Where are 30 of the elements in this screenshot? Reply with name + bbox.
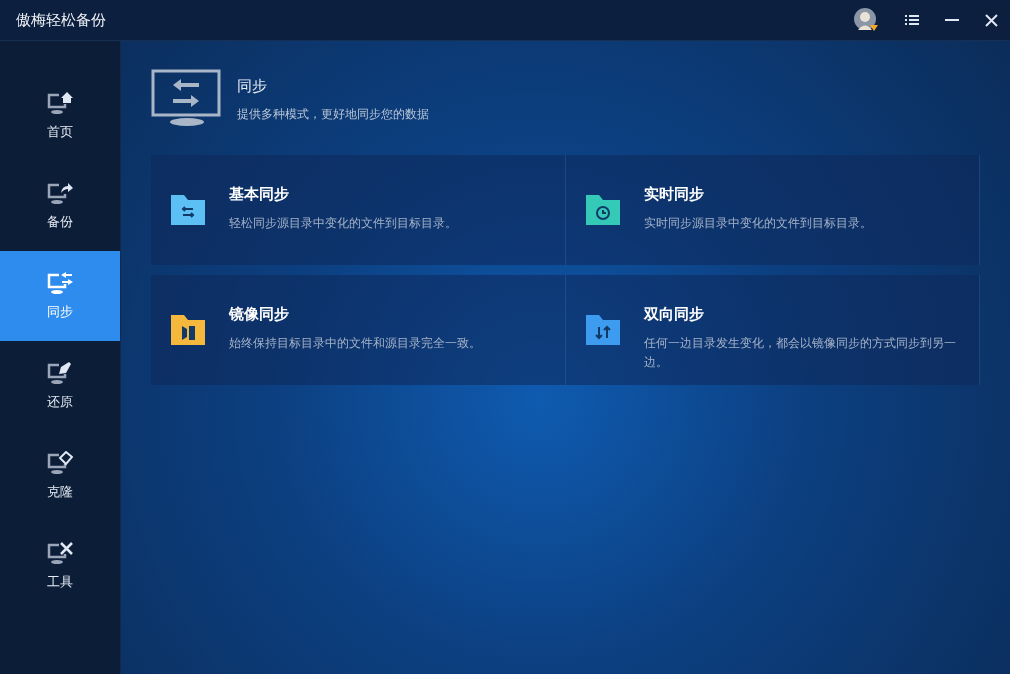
sync-option-card[interactable]: 双向同步 任何一边目录发生变化，都会以镜像同步的方式同步到另一边。: [565, 275, 980, 385]
card-title: 镜像同步: [229, 305, 290, 324]
sync-option-card[interactable]: 实时同步 实时同步源目录中变化的文件到目标目录。: [565, 155, 980, 265]
card-description: 始终保持目标目录中的文件和源目录完全一致。: [229, 335, 481, 352]
monitor-icon: [47, 541, 73, 565]
sidebar-item[interactable]: 工具: [0, 521, 120, 611]
monitor-icon: [47, 181, 73, 205]
card-description: 任何一边目录发生变化，都会以镜像同步的方式同步到另一边。: [643, 335, 957, 371]
page-subtitle: 提供多种模式，更好地同步您的数据: [237, 106, 429, 123]
sidebar-item[interactable]: 首页: [0, 71, 120, 161]
monitor-icon: [47, 91, 73, 115]
close-icon[interactable]: [985, 13, 998, 27]
sync-option-card[interactable]: 基本同步 轻松同步源目录中变化的文件到目标目录。: [151, 155, 566, 265]
sync-option-card[interactable]: 镜像同步 始终保持目标目录中的文件和源目录完全一致。: [151, 275, 566, 385]
sync-monitor-icon: [151, 69, 223, 127]
card-title: 双向同步: [643, 305, 705, 324]
monitor-icon: [47, 271, 73, 295]
page-title: 同步: [237, 77, 268, 96]
monitor-icon: [47, 451, 73, 475]
monitor-icon: [47, 361, 73, 385]
card-description: 轻松同步源目录中变化的文件到目标目录。: [229, 215, 457, 232]
card-description: 实时同步源目录中变化的文件到目标目录。: [643, 215, 872, 232]
sidebar-item[interactable]: 还原: [0, 341, 120, 431]
card-title: 基本同步: [229, 185, 290, 204]
menu-icon[interactable]: [905, 14, 919, 26]
window-title: 傲梅轻松备份: [16, 10, 106, 30]
sidebar-item[interactable]: 备份: [0, 161, 120, 251]
avatar-icon[interactable]: [853, 7, 879, 33]
card-title: 实时同步: [643, 185, 705, 204]
sidebar-item[interactable]: 克隆: [0, 431, 120, 521]
